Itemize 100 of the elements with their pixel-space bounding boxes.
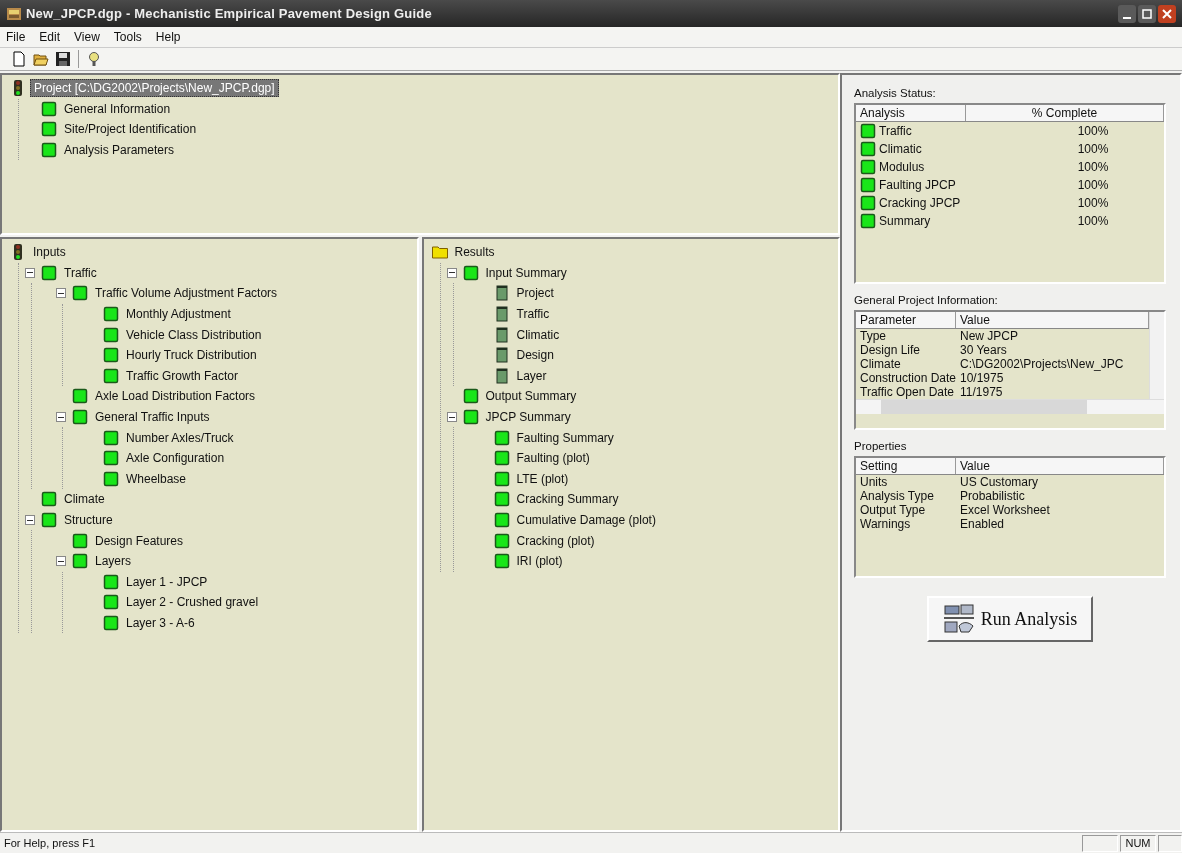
minimize-button[interactable] (1118, 4, 1136, 23)
tree-item[interactable]: Traffic Volume Adjustment Factors (92, 285, 281, 302)
column-header[interactable]: Value (956, 458, 1164, 474)
column-header[interactable]: Setting (856, 458, 956, 474)
maximize-button[interactable] (1138, 4, 1156, 23)
tree-item[interactable]: Inputs (30, 244, 69, 261)
tree-item[interactable]: Vehicle Class Distribution (123, 326, 265, 343)
section-label: Properties (854, 440, 908, 452)
table-cell: Modulus (879, 160, 925, 174)
tree-item[interactable]: Climate (61, 491, 108, 508)
table-cell-text: US Customary (959, 475, 1040, 489)
window-title: New_JPCP.dgp - Mechanistic Empirical Pavement Design Guide (26, 6, 433, 21)
tree-item[interactable]: Input Summary (482, 264, 570, 281)
tree-item[interactable]: Traffic Growth Factor (123, 367, 242, 384)
tree-item[interactable]: General Information (61, 100, 174, 117)
table-cell-text: 100% (1076, 178, 1110, 192)
tree-item[interactable]: Faulting (plot) (513, 450, 593, 467)
table-cell: Faulting JPCP (879, 178, 956, 192)
tree-item[interactable]: Site/Project Identification (61, 121, 200, 138)
tree-item[interactable]: Number Axles/Truck (123, 429, 237, 446)
tree-item[interactable]: Climatic (513, 326, 563, 343)
table-cell-text: Units (859, 475, 889, 489)
tree-item[interactable]: Layer 2 - Crushed gravel (123, 594, 262, 611)
run-analysis-button[interactable]: Run Analysis (926, 596, 1094, 642)
table-cell-text: 10/1975 (959, 371, 1005, 385)
menu-item[interactable]: Tools (111, 30, 144, 44)
menu-item[interactable]: Edit (37, 30, 63, 44)
tree-item[interactable]: Results (451, 244, 498, 261)
status-panel (1158, 834, 1182, 852)
table-cell-text: New JPCP (959, 329, 1019, 343)
tree-item[interactable]: LTE (plot) (513, 470, 572, 487)
table-cell-text: Design Life (859, 343, 922, 357)
tree-item[interactable]: Cumulative Damage (plot) (513, 512, 659, 528)
document-icon (493, 285, 510, 302)
status-square-icon (41, 100, 57, 117)
status-square-icon (41, 491, 57, 508)
collapse-toggle[interactable] (25, 515, 35, 525)
collapse-toggle[interactable] (446, 267, 457, 278)
tree-item[interactable]: Traffic (513, 306, 553, 323)
status-square-icon (103, 326, 119, 343)
tree-item[interactable]: Design (513, 347, 557, 364)
new-file-icon[interactable] (10, 50, 28, 68)
tree-item[interactable]: JPCP Summary (482, 409, 574, 426)
horizontal-scrollbar[interactable] (856, 399, 1164, 414)
tree-item[interactable]: Cracking (plot) (513, 532, 598, 549)
tree-item[interactable]: Wheelbase (123, 470, 190, 487)
collapse-toggle[interactable] (446, 412, 457, 423)
collapse-toggle[interactable] (56, 288, 66, 299)
tree-item[interactable]: Structure (61, 512, 116, 528)
tree-item[interactable]: Analysis Parameters (61, 142, 178, 159)
tree-item[interactable]: Monthly Adjustment (123, 306, 234, 323)
column-header[interactable]: Analysis (856, 105, 966, 121)
tree-item[interactable]: Faulting Summary (513, 429, 617, 446)
collapse-toggle[interactable] (56, 412, 66, 423)
tree-item[interactable]: Layers (92, 553, 135, 570)
tree-item[interactable]: Axle Load Distribution Factors (92, 388, 259, 405)
table-cell-text: 100% (1076, 196, 1110, 210)
tree-item[interactable]: General Traffic Inputs (92, 409, 213, 426)
close-button[interactable] (1158, 4, 1176, 23)
folder-icon (431, 244, 448, 261)
table-cell-text: Climate (859, 357, 902, 371)
status-square-icon (860, 159, 876, 175)
column-header[interactable]: Parameter (856, 312, 956, 328)
status-square-icon (860, 141, 876, 157)
table-cell-text: 11/1975 (959, 385, 1004, 399)
tree-item[interactable]: Cracking Summary (513, 491, 622, 508)
table-cell: Climatic (879, 142, 922, 156)
tree-item[interactable]: Layer (513, 367, 550, 384)
status-square-icon (860, 195, 876, 211)
status-square-icon (493, 470, 510, 487)
table-cell-text: 100% (1076, 124, 1110, 138)
tree-item[interactable]: Traffic (61, 264, 100, 281)
status-square-icon (103, 615, 119, 631)
menu-item[interactable]: File (4, 30, 28, 44)
document-icon (493, 347, 510, 364)
tree-item[interactable]: Hourly Truck Distribution (123, 347, 260, 364)
status-square-icon (493, 532, 510, 549)
tree-item[interactable]: Project [C:\DG2002\Projects\New_JPCP.dgp] (30, 79, 279, 98)
tree-item[interactable]: Output Summary (482, 388, 580, 405)
column-header[interactable]: % Complete (966, 105, 1164, 121)
collapse-toggle[interactable] (56, 556, 66, 567)
status-panel (1082, 834, 1118, 852)
status-square-icon (41, 121, 57, 138)
tree-item[interactable]: Design Features (92, 532, 187, 549)
tree-item[interactable]: Project (513, 285, 557, 302)
tree-item[interactable]: Layer 1 - JPCP (123, 573, 211, 590)
maximize-icon (1141, 7, 1153, 20)
table-cell-text: Warnings (859, 517, 912, 531)
tree-item[interactable]: Layer 3 - A-6 (123, 615, 198, 631)
save-icon[interactable] (54, 50, 72, 68)
table-cell: Traffic (879, 124, 912, 138)
tree-item[interactable]: IRI (plot) (513, 553, 566, 570)
collapse-toggle[interactable] (25, 267, 35, 278)
status-square-icon (41, 512, 57, 528)
status-square-icon (103, 573, 119, 590)
menu-item[interactable]: Help (153, 30, 183, 44)
menu-item[interactable]: View (72, 30, 102, 44)
vertical-scrollbar[interactable] (1149, 312, 1164, 399)
status-square-icon (462, 264, 479, 281)
tree-item[interactable]: Axle Configuration (123, 450, 228, 467)
